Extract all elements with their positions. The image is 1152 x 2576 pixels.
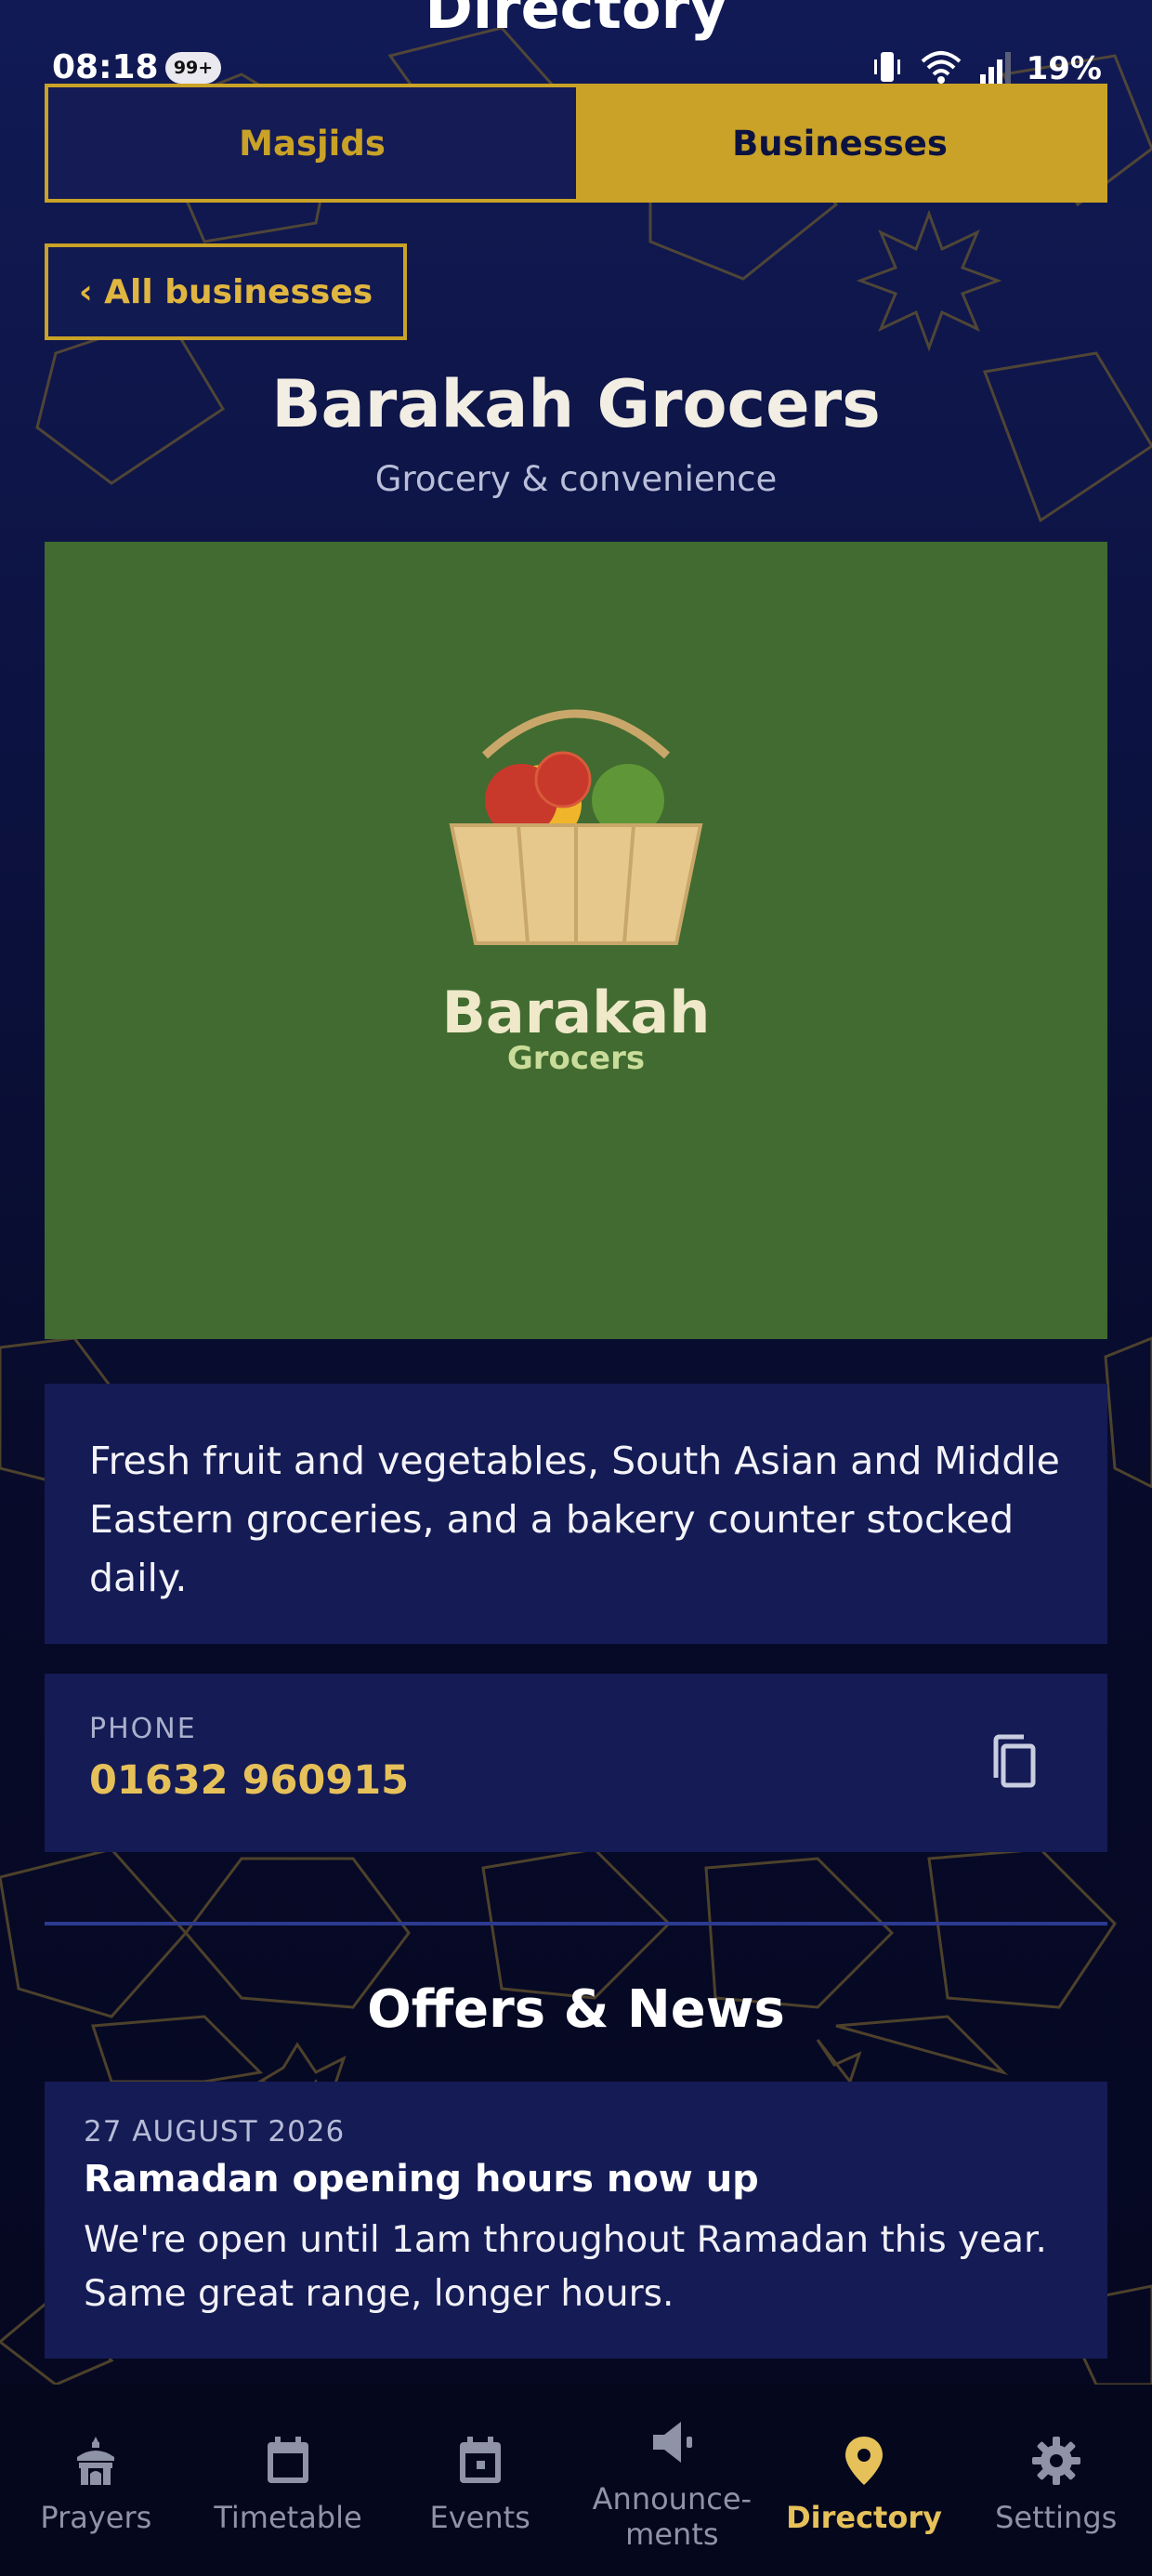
phone-label: PHONE	[89, 1713, 197, 1745]
nav-label: Directory	[786, 2500, 942, 2535]
gear-icon	[1031, 2437, 1080, 2485]
all-businesses-back-button[interactable]: ‹ All businesses	[45, 243, 407, 340]
news-date: 27 AUGUST 2026	[84, 2115, 346, 2149]
megaphone-icon	[653, 2422, 693, 2463]
bottom-nav: Prayers Timetable Events Announce- ments…	[0, 2385, 1152, 2576]
page-title: Directory	[425, 0, 727, 42]
nav-label: Events	[429, 2500, 530, 2535]
nav-label: Announce- ments	[592, 2481, 753, 2552]
nav-label: Settings	[995, 2500, 1118, 2535]
offers-title: Offers & News	[367, 1979, 785, 2040]
nav-prayers[interactable]: Prayers	[0, 2385, 192, 2576]
nav-label: Timetable	[214, 2500, 362, 2535]
nav-announcements[interactable]: Announce- ments	[576, 2385, 768, 2576]
grocery-basket-icon	[449, 709, 703, 945]
phone-number-link[interactable]: 01632 960915	[89, 1757, 409, 1804]
location-pin-icon	[845, 2437, 884, 2485]
logo-wordmark: Barakah	[441, 979, 711, 1046]
news-item[interactable]: 27 AUGUST 2026 Ramadan opening hours now…	[45, 2082, 1107, 2359]
tab-masjids[interactable]: Masjids	[48, 87, 576, 199]
logo-subtitle: Grocers	[506, 1040, 646, 1077]
battery-level: 19%	[1026, 50, 1102, 87]
section-divider	[45, 1922, 1107, 1925]
copy-icon[interactable]	[988, 1733, 1041, 1793]
nav-events[interactable]: Events	[384, 2385, 576, 2576]
business-logo: Barakah Grocers	[45, 542, 1107, 1339]
business-name: Barakah Grocers	[271, 366, 881, 442]
mosque-icon	[77, 2437, 115, 2485]
tab-businesses[interactable]: Businesses	[576, 87, 1104, 199]
nav-timetable[interactable]: Timetable	[192, 2385, 385, 2576]
news-body: We're open until 1am throughout Ramadan …	[84, 2219, 1047, 2315]
status-time: 08:18	[52, 48, 159, 86]
directory-segmented-control: Masjids Businesses	[45, 84, 1107, 203]
news-title: Ramadan opening hours now up	[84, 2158, 759, 2201]
nav-directory[interactable]: Directory	[768, 2385, 961, 2576]
nav-settings[interactable]: Settings	[960, 2385, 1152, 2576]
phone-card: PHONE 01632 960915	[45, 1674, 1107, 1852]
event-icon	[459, 2437, 501, 2483]
nav-label: Prayers	[40, 2500, 152, 2535]
business-description: Fresh fruit and vegetables, South Asian …	[45, 1384, 1107, 1644]
business-category: Grocery & convenience	[374, 459, 778, 499]
calendar-icon	[268, 2437, 308, 2483]
notification-badge: 99+	[165, 52, 221, 84]
